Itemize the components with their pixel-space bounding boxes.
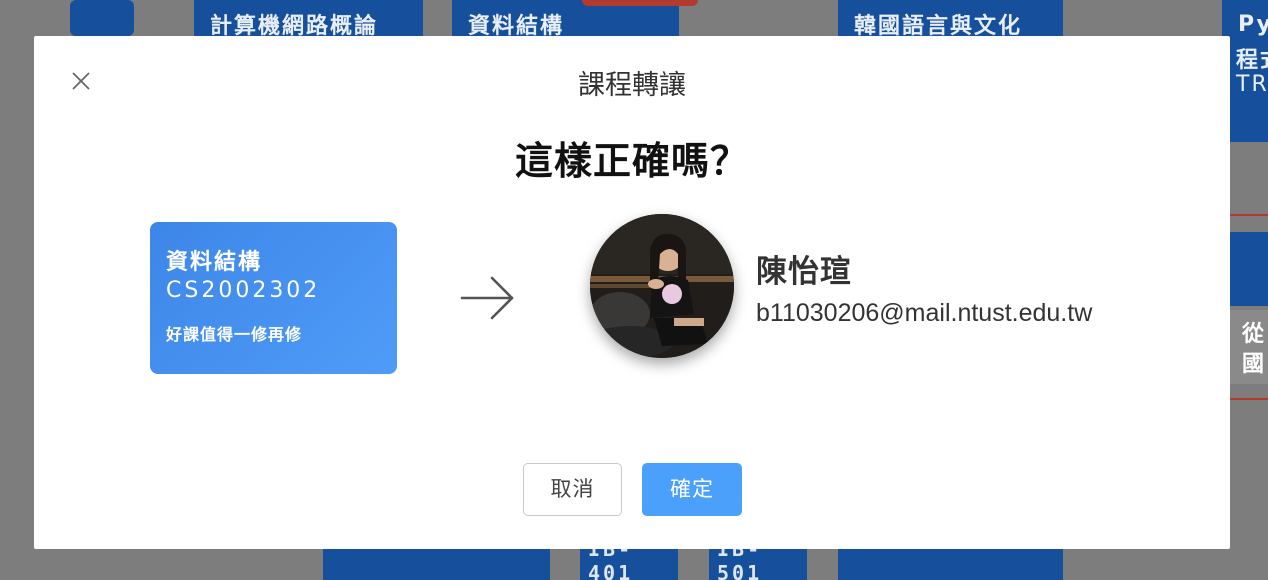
cancel-button[interactable]: 取消 (523, 463, 622, 516)
arrow-right-icon (460, 275, 516, 325)
course-tile-title-line-3: TR (1236, 72, 1268, 97)
course-name: 資料結構 (166, 250, 263, 275)
course-tile-title-line-1: Py (1238, 12, 1268, 37)
recipient-name: 陳怡瑄 (756, 254, 852, 290)
divider-line (1230, 398, 1268, 400)
course-tile-title-line-2: 程式 (1236, 48, 1268, 73)
avatar (590, 214, 734, 358)
course-note: 好課值得一修再修 (166, 325, 303, 344)
transfer-course-modal: 課程轉讓 這樣正確嗎？ 資料結構 CS2002302 好課值得一修再修 陳怡瑄 … (34, 36, 1230, 549)
modal-title: 課程轉讓 (578, 70, 686, 101)
red-badge (582, 0, 698, 6)
recipient-email: b11030206@mail.ntust.edu.tw (756, 299, 1093, 327)
divider-line (1230, 214, 1268, 216)
confirm-button[interactable]: 確定 (642, 463, 742, 516)
side-tile-gray: 從 國 (1230, 310, 1268, 384)
course-card: 資料結構 CS2002302 好課值得一修再修 (150, 222, 397, 374)
side-tile-text-1: 從 (1242, 322, 1265, 347)
side-tile-text-2: 國 (1242, 352, 1265, 377)
course-tile-bottom-4 (838, 549, 1063, 580)
calendar-icon-tile (70, 0, 134, 36)
course-tile-korean: 韓國語言與文化 (838, 0, 1063, 39)
course-tile-network: 計算機網路概論 (194, 0, 423, 39)
course-tile-bottom-1 (323, 549, 550, 580)
confirmation-question: 這樣正確嗎？ (514, 139, 749, 183)
course-tile-bottom-2: IB-401 (580, 537, 678, 580)
course-tile-bottom-3: IB-501 (709, 537, 807, 580)
side-tile-blue (1230, 232, 1268, 306)
course-code: CS2002302 (166, 278, 321, 303)
